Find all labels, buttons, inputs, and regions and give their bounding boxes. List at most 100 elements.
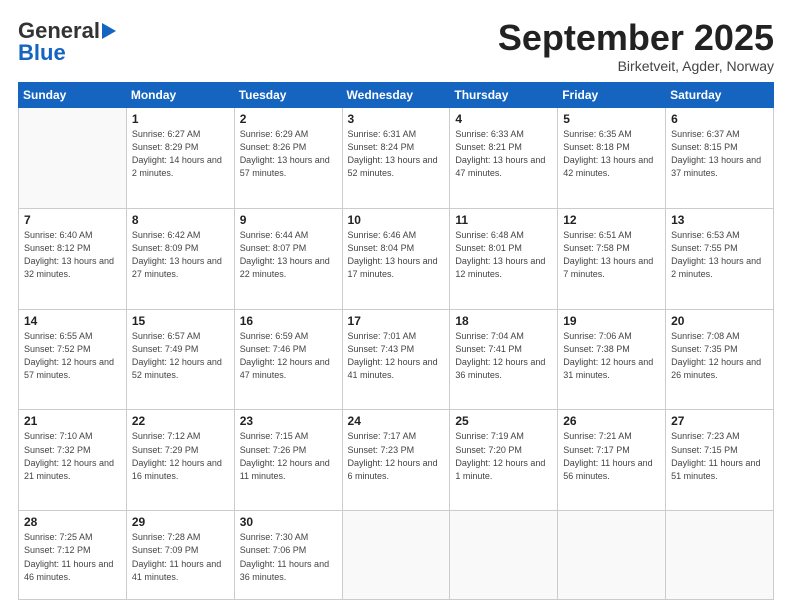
day-number: 29 xyxy=(132,515,229,529)
day-number: 26 xyxy=(563,414,660,428)
logo: General Blue xyxy=(18,18,116,66)
calendar-cell: 21 Sunrise: 7:10 AM Sunset: 7:32 PM Dayli… xyxy=(19,410,127,511)
calendar-cell: 14 Sunrise: 6:55 AM Sunset: 7:52 PM Dayli… xyxy=(19,309,127,410)
day-info: Sunrise: 6:42 AM Sunset: 8:09 PM Dayligh… xyxy=(132,229,229,281)
header-friday: Friday xyxy=(558,82,666,107)
day-info: Sunrise: 7:10 AM Sunset: 7:32 PM Dayligh… xyxy=(24,430,121,482)
day-number: 28 xyxy=(24,515,121,529)
calendar-cell: 7 Sunrise: 6:40 AM Sunset: 8:12 PM Daylig… xyxy=(19,208,127,309)
calendar-cell: 17 Sunrise: 7:01 AM Sunset: 7:43 PM Dayli… xyxy=(342,309,450,410)
day-info: Sunrise: 6:27 AM Sunset: 8:29 PM Dayligh… xyxy=(132,128,229,180)
calendar-cell: 16 Sunrise: 6:59 AM Sunset: 7:46 PM Dayli… xyxy=(234,309,342,410)
calendar-cell: 19 Sunrise: 7:06 AM Sunset: 7:38 PM Dayli… xyxy=(558,309,666,410)
day-info: Sunrise: 6:40 AM Sunset: 8:12 PM Dayligh… xyxy=(24,229,121,281)
calendar-cell: 12 Sunrise: 6:51 AM Sunset: 7:58 PM Dayli… xyxy=(558,208,666,309)
day-number: 24 xyxy=(348,414,445,428)
month-title: September 2025 xyxy=(498,18,774,58)
calendar-cell: 6 Sunrise: 6:37 AM Sunset: 8:15 PM Daylig… xyxy=(666,107,774,208)
day-info: Sunrise: 6:46 AM Sunset: 8:04 PM Dayligh… xyxy=(348,229,445,281)
calendar-cell: 4 Sunrise: 6:33 AM Sunset: 8:21 PM Daylig… xyxy=(450,107,558,208)
day-info: Sunrise: 6:35 AM Sunset: 8:18 PM Dayligh… xyxy=(563,128,660,180)
calendar-cell xyxy=(558,511,666,600)
calendar-cell: 20Sunrise: 7:08 AM Sunset: 7:35 PM Dayli… xyxy=(666,309,774,410)
day-info: Sunrise: 6:57 AM Sunset: 7:49 PM Dayligh… xyxy=(132,330,229,382)
day-info: Sunrise: 7:12 AM Sunset: 7:29 PM Dayligh… xyxy=(132,430,229,482)
day-info: Sunrise: 7:21 AM Sunset: 7:17 PM Dayligh… xyxy=(563,430,660,482)
day-info: Sunrise: 6:51 AM Sunset: 7:58 PM Dayligh… xyxy=(563,229,660,281)
day-info: Sunrise: 7:25 AM Sunset: 7:12 PM Dayligh… xyxy=(24,531,121,583)
day-number: 17 xyxy=(348,314,445,328)
calendar-cell: 23Sunrise: 7:15 AM Sunset: 7:26 PM Dayli… xyxy=(234,410,342,511)
day-info: Sunrise: 6:33 AM Sunset: 8:21 PM Dayligh… xyxy=(455,128,552,180)
calendar-cell xyxy=(342,511,450,600)
header-monday: Monday xyxy=(126,82,234,107)
day-info: Sunrise: 6:31 AM Sunset: 8:24 PM Dayligh… xyxy=(348,128,445,180)
day-number: 12 xyxy=(563,213,660,227)
day-info: Sunrise: 7:04 AM Sunset: 7:41 PM Dayligh… xyxy=(455,330,552,382)
day-number: 5 xyxy=(563,112,660,126)
title-block: September 2025 Birketveit, Agder, Norway xyxy=(498,18,774,74)
calendar-cell: 2Sunrise: 6:29 AM Sunset: 8:26 PM Daylig… xyxy=(234,107,342,208)
calendar-cell: 18 Sunrise: 7:04 AM Sunset: 7:41 PM Dayli… xyxy=(450,309,558,410)
day-info: Sunrise: 6:48 AM Sunset: 8:01 PM Dayligh… xyxy=(455,229,552,281)
day-number: 15 xyxy=(132,314,229,328)
calendar: Sunday Monday Tuesday Wednesday Thursday… xyxy=(18,82,774,600)
calendar-cell: 26 Sunrise: 7:21 AM Sunset: 7:17 PM Dayli… xyxy=(558,410,666,511)
day-number: 3 xyxy=(348,112,445,126)
day-number: 22 xyxy=(132,414,229,428)
logo-blue: Blue xyxy=(18,40,66,66)
header-saturday: Saturday xyxy=(666,82,774,107)
day-info: Sunrise: 6:37 AM Sunset: 8:15 PM Dayligh… xyxy=(671,128,768,180)
calendar-cell: 22 Sunrise: 7:12 AM Sunset: 7:29 PM Dayli… xyxy=(126,410,234,511)
calendar-cell: 11 Sunrise: 6:48 AM Sunset: 8:01 PM Dayli… xyxy=(450,208,558,309)
calendar-cell: 5 Sunrise: 6:35 AM Sunset: 8:18 PM Daylig… xyxy=(558,107,666,208)
day-info: Sunrise: 7:28 AM Sunset: 7:09 PM Dayligh… xyxy=(132,531,229,583)
day-number: 14 xyxy=(24,314,121,328)
day-info: Sunrise: 7:06 AM Sunset: 7:38 PM Dayligh… xyxy=(563,330,660,382)
calendar-cell: 10Sunrise: 6:46 AM Sunset: 8:04 PM Dayli… xyxy=(342,208,450,309)
calendar-cell: 15 Sunrise: 6:57 AM Sunset: 7:49 PM Dayli… xyxy=(126,309,234,410)
day-info: Sunrise: 7:19 AM Sunset: 7:20 PM Dayligh… xyxy=(455,430,552,482)
calendar-cell: 30 Sunrise: 7:30 AM Sunset: 7:06 PM Dayli… xyxy=(234,511,342,600)
day-info: Sunrise: 7:01 AM Sunset: 7:43 PM Dayligh… xyxy=(348,330,445,382)
day-number: 11 xyxy=(455,213,552,227)
day-number: 25 xyxy=(455,414,552,428)
calendar-cell: 9 Sunrise: 6:44 AM Sunset: 8:07 PM Daylig… xyxy=(234,208,342,309)
calendar-cell xyxy=(666,511,774,600)
day-number: 30 xyxy=(240,515,337,529)
day-number: 18 xyxy=(455,314,552,328)
day-number: 2 xyxy=(240,112,337,126)
day-info: Sunrise: 6:44 AM Sunset: 8:07 PM Dayligh… xyxy=(240,229,337,281)
logo-arrow-icon xyxy=(102,23,116,39)
day-info: Sunrise: 7:23 AM Sunset: 7:15 PM Dayligh… xyxy=(671,430,768,482)
day-info: Sunrise: 6:55 AM Sunset: 7:52 PM Dayligh… xyxy=(24,330,121,382)
day-info: Sunrise: 7:17 AM Sunset: 7:23 PM Dayligh… xyxy=(348,430,445,482)
day-number: 16 xyxy=(240,314,337,328)
calendar-cell: 13Sunrise: 6:53 AM Sunset: 7:55 PM Dayli… xyxy=(666,208,774,309)
day-number: 23 xyxy=(240,414,337,428)
day-number: 1 xyxy=(132,112,229,126)
day-number: 20 xyxy=(671,314,768,328)
calendar-cell: 27 Sunrise: 7:23 AM Sunset: 7:15 PM Dayli… xyxy=(666,410,774,511)
calendar-cell xyxy=(19,107,127,208)
header-sunday: Sunday xyxy=(19,82,127,107)
day-number: 6 xyxy=(671,112,768,126)
calendar-cell: 1 Sunrise: 6:27 AM Sunset: 8:29 PM Daylig… xyxy=(126,107,234,208)
day-number: 9 xyxy=(240,213,337,227)
day-info: Sunrise: 7:30 AM Sunset: 7:06 PM Dayligh… xyxy=(240,531,337,583)
header-wednesday: Wednesday xyxy=(342,82,450,107)
day-number: 19 xyxy=(563,314,660,328)
day-number: 13 xyxy=(671,213,768,227)
day-number: 21 xyxy=(24,414,121,428)
location: Birketveit, Agder, Norway xyxy=(498,58,774,74)
day-number: 7 xyxy=(24,213,121,227)
day-info: Sunrise: 6:59 AM Sunset: 7:46 PM Dayligh… xyxy=(240,330,337,382)
header-thursday: Thursday xyxy=(450,82,558,107)
calendar-cell: 24 Sunrise: 7:17 AM Sunset: 7:23 PM Dayli… xyxy=(342,410,450,511)
day-number: 4 xyxy=(455,112,552,126)
day-number: 27 xyxy=(671,414,768,428)
calendar-cell: 8Sunrise: 6:42 AM Sunset: 8:09 PM Daylig… xyxy=(126,208,234,309)
calendar-cell: 28 Sunrise: 7:25 AM Sunset: 7:12 PM Dayli… xyxy=(19,511,127,600)
header-tuesday: Tuesday xyxy=(234,82,342,107)
calendar-cell: 29 Sunrise: 7:28 AM Sunset: 7:09 PM Dayli… xyxy=(126,511,234,600)
